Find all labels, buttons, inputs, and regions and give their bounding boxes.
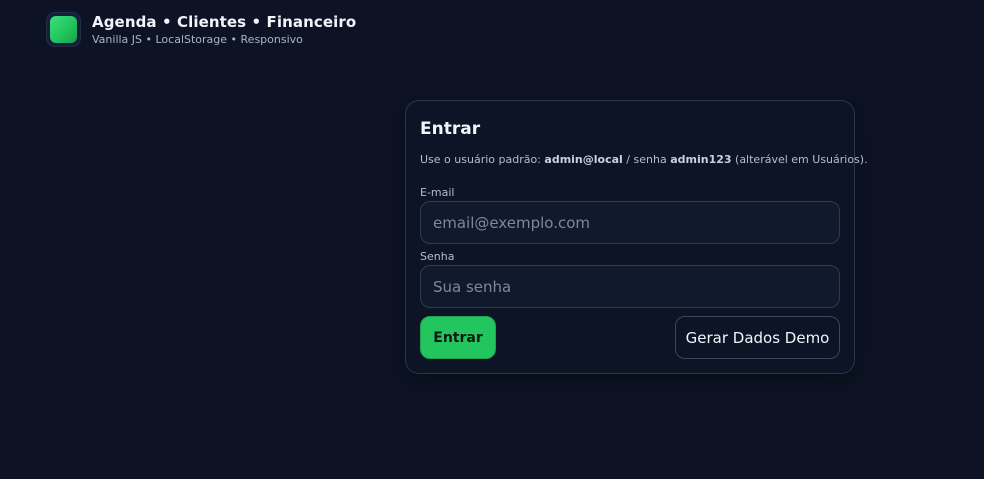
app-subtitle: Vanilla JS • LocalStorage • Responsivo xyxy=(92,33,303,46)
login-title: Entrar xyxy=(420,119,481,139)
generate-demo-data-button[interactable]: Gerar Dados Demo xyxy=(675,316,840,359)
password-field[interactable] xyxy=(420,265,840,308)
hint-suffix: (alterável em Usuários). xyxy=(731,153,868,166)
hint-default-password: admin123 xyxy=(670,153,732,166)
password-label: Senha xyxy=(420,250,455,263)
login-card: Entrar Use o usuário padrão: admin@local… xyxy=(405,100,868,374)
hint-middle: / senha xyxy=(622,153,671,166)
app-header: Agenda • Clientes • Financeiro Vanilla J… xyxy=(46,12,356,47)
hint-default-user: admin@local xyxy=(544,153,623,166)
login-hint: Use o usuário padrão: admin@local / senh… xyxy=(420,153,868,166)
logo-mark xyxy=(50,16,77,43)
brand: Agenda • Clientes • Financeiro Vanilla J… xyxy=(92,12,356,47)
app-title: Agenda • Clientes • Financeiro xyxy=(92,13,357,31)
hint-prefix: Use o usuário padrão: xyxy=(420,153,545,166)
app-logo-icon xyxy=(46,12,81,47)
login-submit-button[interactable]: Entrar xyxy=(420,316,496,359)
email-field[interactable] xyxy=(420,201,840,244)
email-label: E-mail xyxy=(420,186,455,199)
